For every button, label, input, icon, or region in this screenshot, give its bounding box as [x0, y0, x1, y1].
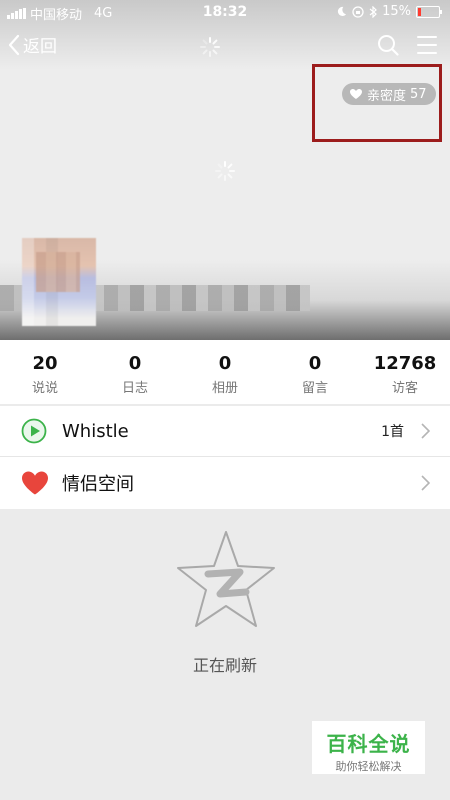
stat-album[interactable]: 0 相册 [180, 340, 270, 404]
status-bar: 中国移动 4G 18:32 15% [0, 0, 450, 24]
stat-messages[interactable]: 0 留言 [270, 340, 360, 404]
heart-icon [22, 471, 48, 495]
stat-label: 相册 [211, 381, 238, 396]
battery-percent: 15% [382, 4, 411, 19]
music-count: 1首 [381, 424, 404, 440]
bluetooth-icon [369, 5, 377, 18]
back-label: 返回 [23, 37, 57, 57]
watermark: 百科全说 助你轻松解决 [312, 721, 425, 774]
chevron-right-icon [421, 423, 430, 439]
qzone-star-icon [177, 531, 275, 627]
profile-cover: 中国移动 4G 18:32 15% 返回 亲密度 57 [0, 0, 450, 340]
loading-spinner-icon [200, 37, 220, 57]
watermark-title: 百科全说 [326, 732, 411, 756]
music-title: Whistle [62, 420, 129, 442]
stat-value: 12768 [373, 353, 437, 374]
watermark-subtitle: 助你轻松解决 [335, 760, 402, 773]
feature-list: Whistle 1首 情侣空间 [0, 406, 450, 509]
stat-shuoshuo[interactable]: 20 说说 [0, 340, 90, 404]
couple-space-row[interactable]: 情侣空间 [0, 457, 450, 509]
stat-value: 0 [308, 353, 322, 374]
stat-value: 0 [218, 353, 232, 374]
annotation-highlight-box [312, 64, 442, 142]
stat-label: 留言 [301, 381, 328, 396]
search-icon[interactable] [377, 34, 399, 56]
menu-icon[interactable] [416, 35, 438, 55]
stat-label: 说说 [31, 381, 58, 396]
chevron-right-icon [421, 475, 430, 491]
stat-value: 0 [128, 353, 142, 374]
nav-bar: 返回 [0, 28, 450, 64]
battery-icon [416, 5, 442, 18]
stat-label: 日志 [121, 381, 148, 396]
battery-fill [418, 7, 421, 16]
avatar[interactable] [22, 238, 96, 326]
status-right: 15% [336, 4, 442, 19]
moon-icon [337, 6, 347, 17]
stat-label: 访客 [391, 381, 418, 396]
couple-space-title: 情侣空间 [62, 474, 134, 495]
cover-loading-spinner-icon [215, 161, 235, 181]
back-button[interactable]: 返回 [8, 32, 57, 57]
loading-text: 正在刷新 [192, 656, 257, 675]
rotation-lock-icon [352, 5, 364, 18]
play-circle-icon [21, 418, 47, 444]
stat-value: 20 [32, 353, 58, 374]
stat-blog[interactable]: 0 日志 [90, 340, 180, 404]
profile-stats: 20 说说 0 日志 0 相册 0 留言 12768 访客 [0, 340, 450, 404]
music-row[interactable]: Whistle 1首 [0, 406, 450, 457]
stat-visitors[interactable]: 12768 访客 [360, 340, 450, 404]
chevron-left-icon [8, 34, 20, 55]
